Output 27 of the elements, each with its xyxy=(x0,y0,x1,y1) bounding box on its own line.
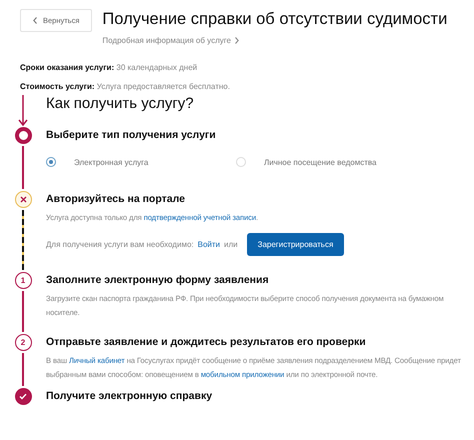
radio-option[interactable]: Электронная услуга xyxy=(46,157,236,167)
radio-option[interactable]: Личное посещение ведомства xyxy=(236,157,426,167)
down-arrow-icon xyxy=(18,95,28,127)
option-label: Электронная услуга xyxy=(74,158,148,166)
section-heading: Как получить услугу? xyxy=(46,95,195,112)
step-title: Авторизуйтесь на портале xyxy=(46,192,186,207)
page-title: Получение справки об отсутствии судимости xyxy=(102,10,448,29)
details-link[interactable]: Подробная информация об услуге xyxy=(102,36,448,45)
error-step-icon xyxy=(14,191,32,208)
service-info: Сроки оказания услуги: 30 календарных дней xyxy=(20,63,198,72)
step-title: Выберите тип получения услуги xyxy=(46,128,217,143)
step-title: Отправьте заявление и дождитесь результатов его проверки xyxy=(46,335,367,350)
current-step-marker xyxy=(14,127,32,144)
check-icon xyxy=(14,388,32,405)
chevron-left-icon xyxy=(33,17,37,24)
or-text: или xyxy=(224,240,238,249)
chevron-right-icon xyxy=(234,37,239,44)
option-label: Личное посещение ведомства xyxy=(264,158,376,166)
action-text: Для получения услуги вам необходимо: xyxy=(46,240,194,249)
register-button[interactable]: Зарегистрироваться xyxy=(246,233,344,256)
step-number: 1 xyxy=(14,272,32,289)
step-title: Заполните электронную форму заявления xyxy=(46,273,270,288)
step-title: Получите электронную справку xyxy=(46,389,214,404)
radio-button[interactable] xyxy=(46,157,56,167)
step-number: 2 xyxy=(14,334,32,351)
service-info: Стоимость услуги: Услуга предоставляется бесплатно. xyxy=(20,82,231,91)
login-link[interactable]: Войти xyxy=(198,240,220,249)
